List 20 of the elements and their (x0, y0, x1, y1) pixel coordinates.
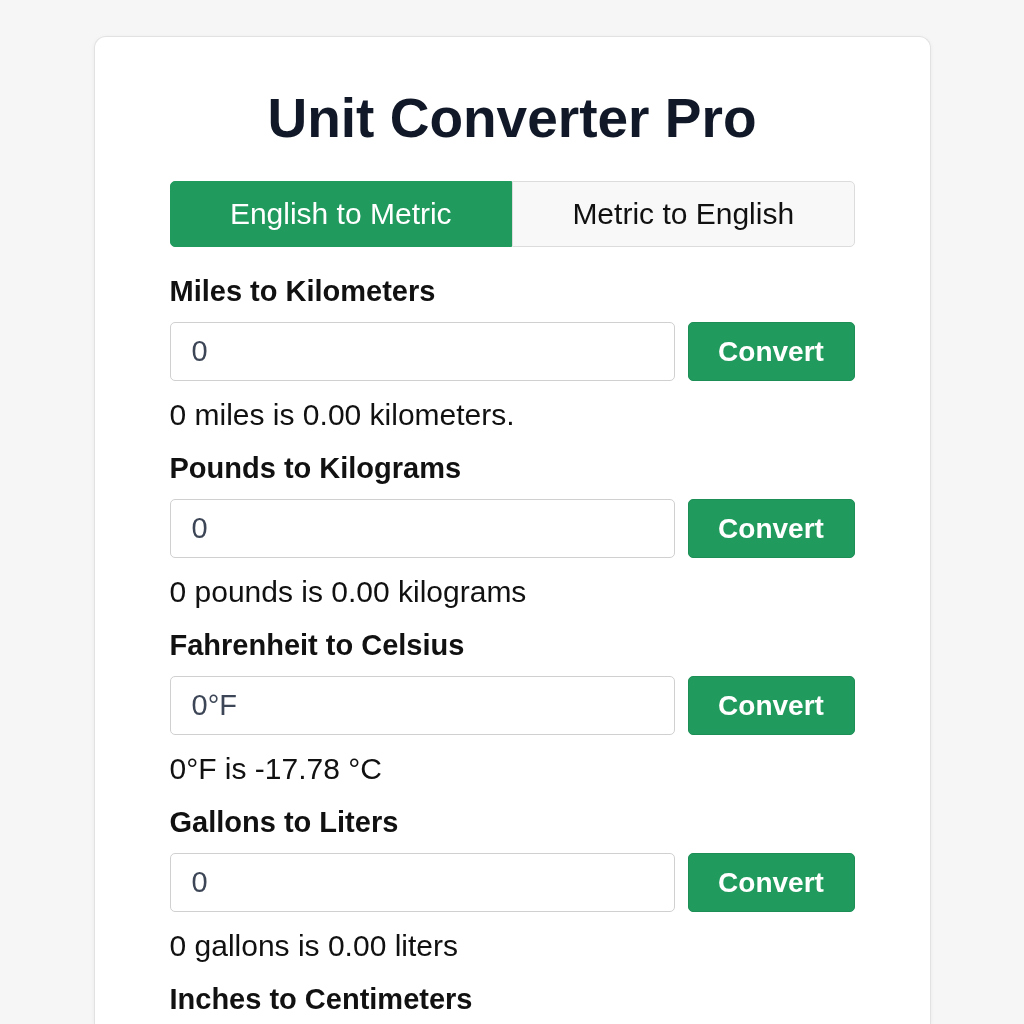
converter-label: Fahrenheit to Celsius (169, 628, 466, 663)
convert-button[interactable]: Convert (687, 499, 855, 558)
number-input[interactable]: 0°F (169, 676, 675, 735)
converter-label: Miles to Kilometers (169, 274, 437, 309)
tab[interactable]: English to Metric (169, 181, 512, 247)
number-input[interactable]: 0 (169, 322, 675, 381)
tab[interactable]: Metric to English (512, 181, 855, 247)
app-title: Unit Converter Pro (266, 86, 758, 151)
result-text: 0°F is -17.78 °C (169, 751, 383, 787)
convert-button[interactable]: Convert (687, 676, 855, 735)
converter-label: Inches to Centimeters (169, 982, 474, 1017)
number-input[interactable]: 0 (169, 853, 675, 912)
result-text: 0 pounds is 0.00 kilograms (169, 574, 528, 610)
result-text: 0 gallons is 0.00 liters (169, 928, 459, 964)
converter-label: Pounds to Kilograms (169, 451, 463, 486)
convert-button[interactable]: Convert (687, 853, 855, 912)
result-text: 0 miles is 0.00 kilometers. (169, 397, 516, 433)
converter-label: Gallons to Liters (169, 805, 400, 840)
convert-button[interactable]: Convert (687, 322, 855, 381)
number-input[interactable]: 0 (169, 499, 675, 558)
